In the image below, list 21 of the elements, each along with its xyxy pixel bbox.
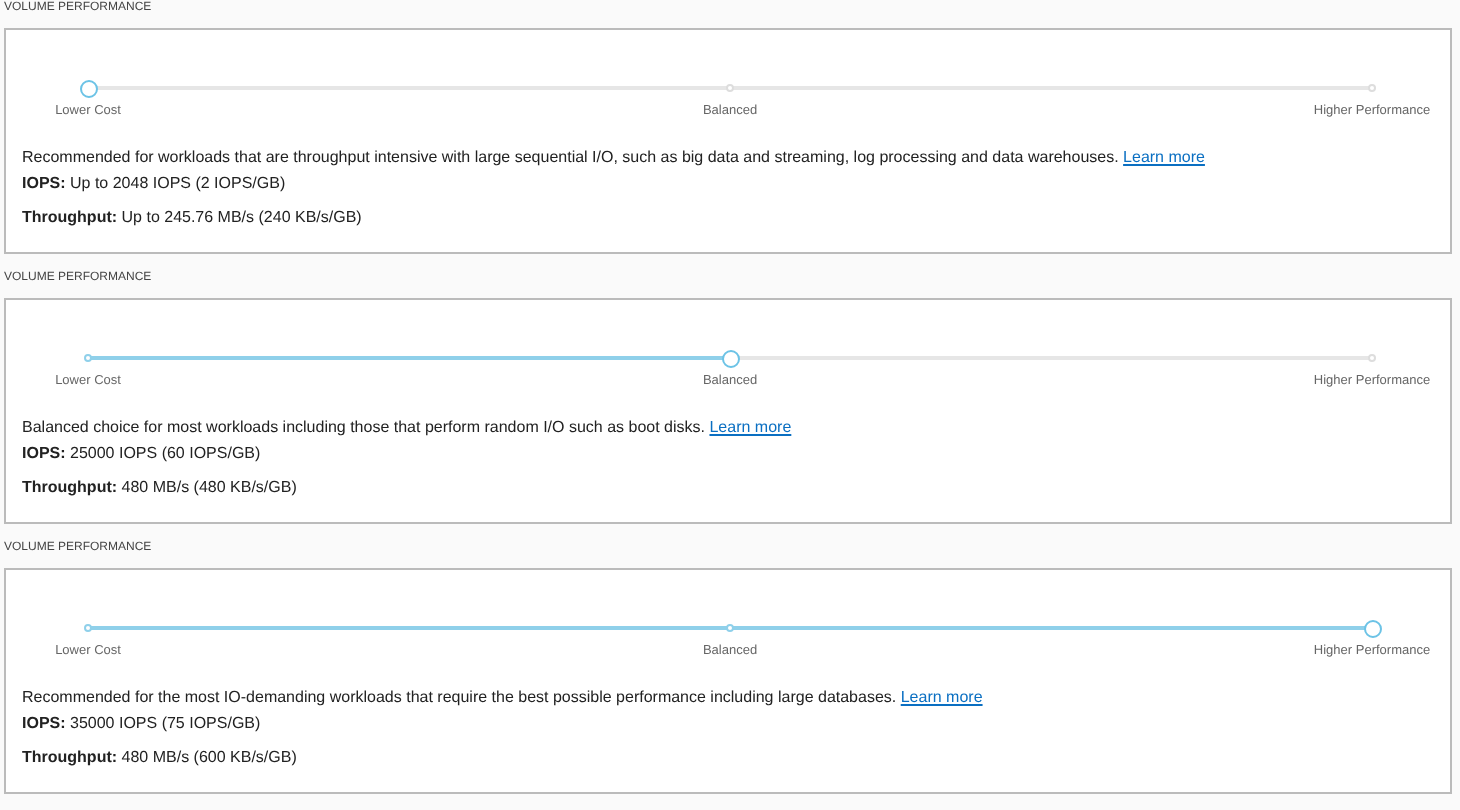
description-text: Recommended for workloads that are throughput intensive with large sequential I/O, such as big data and streaming, log processing and data warehouses. Learn more (22, 146, 1205, 168)
iops-text: IOPS: Up to 2048 IOPS (2 IOPS/GB) (22, 174, 286, 194)
slider-thumb[interactable] (721, 349, 739, 367)
slider-thumb[interactable] (1363, 619, 1381, 637)
learn-more-link[interactable]: Learn more (900, 688, 983, 706)
description-text: Balanced choice for most workloads including those that perform random I/O such as boot disks. Learn more (22, 416, 792, 438)
throughput-text: Throughput: Up to 245.76 MB/s (240 KB/s/GB) (22, 208, 362, 228)
throughput-text: Throughput: 480 MB/s (480 KB/s/GB) (22, 478, 297, 498)
iops-text: IOPS: 25000 IOPS (60 IOPS/GB) (22, 444, 261, 464)
slider-stop[interactable] (1368, 354, 1376, 362)
learn-more-link[interactable]: Learn more (709, 418, 792, 436)
slider-stop[interactable] (1368, 84, 1376, 92)
slider-stop[interactable] (726, 624, 734, 632)
slider-stop[interactable] (84, 624, 92, 632)
slider-stop[interactable] (84, 354, 92, 362)
slider-stop[interactable] (726, 84, 734, 92)
learn-more-link[interactable]: Learn more (1123, 148, 1205, 166)
iops-text: IOPS: 35000 IOPS (75 IOPS/GB) (22, 714, 261, 734)
description-text: Recommended for the most IO-demanding workloads that require the best possible performance including large databases. Learn more (22, 686, 983, 708)
throughput-text: Throughput: 480 MB/s (600 KB/s/GB) (22, 748, 297, 768)
slider-thumb[interactable] (79, 79, 97, 97)
